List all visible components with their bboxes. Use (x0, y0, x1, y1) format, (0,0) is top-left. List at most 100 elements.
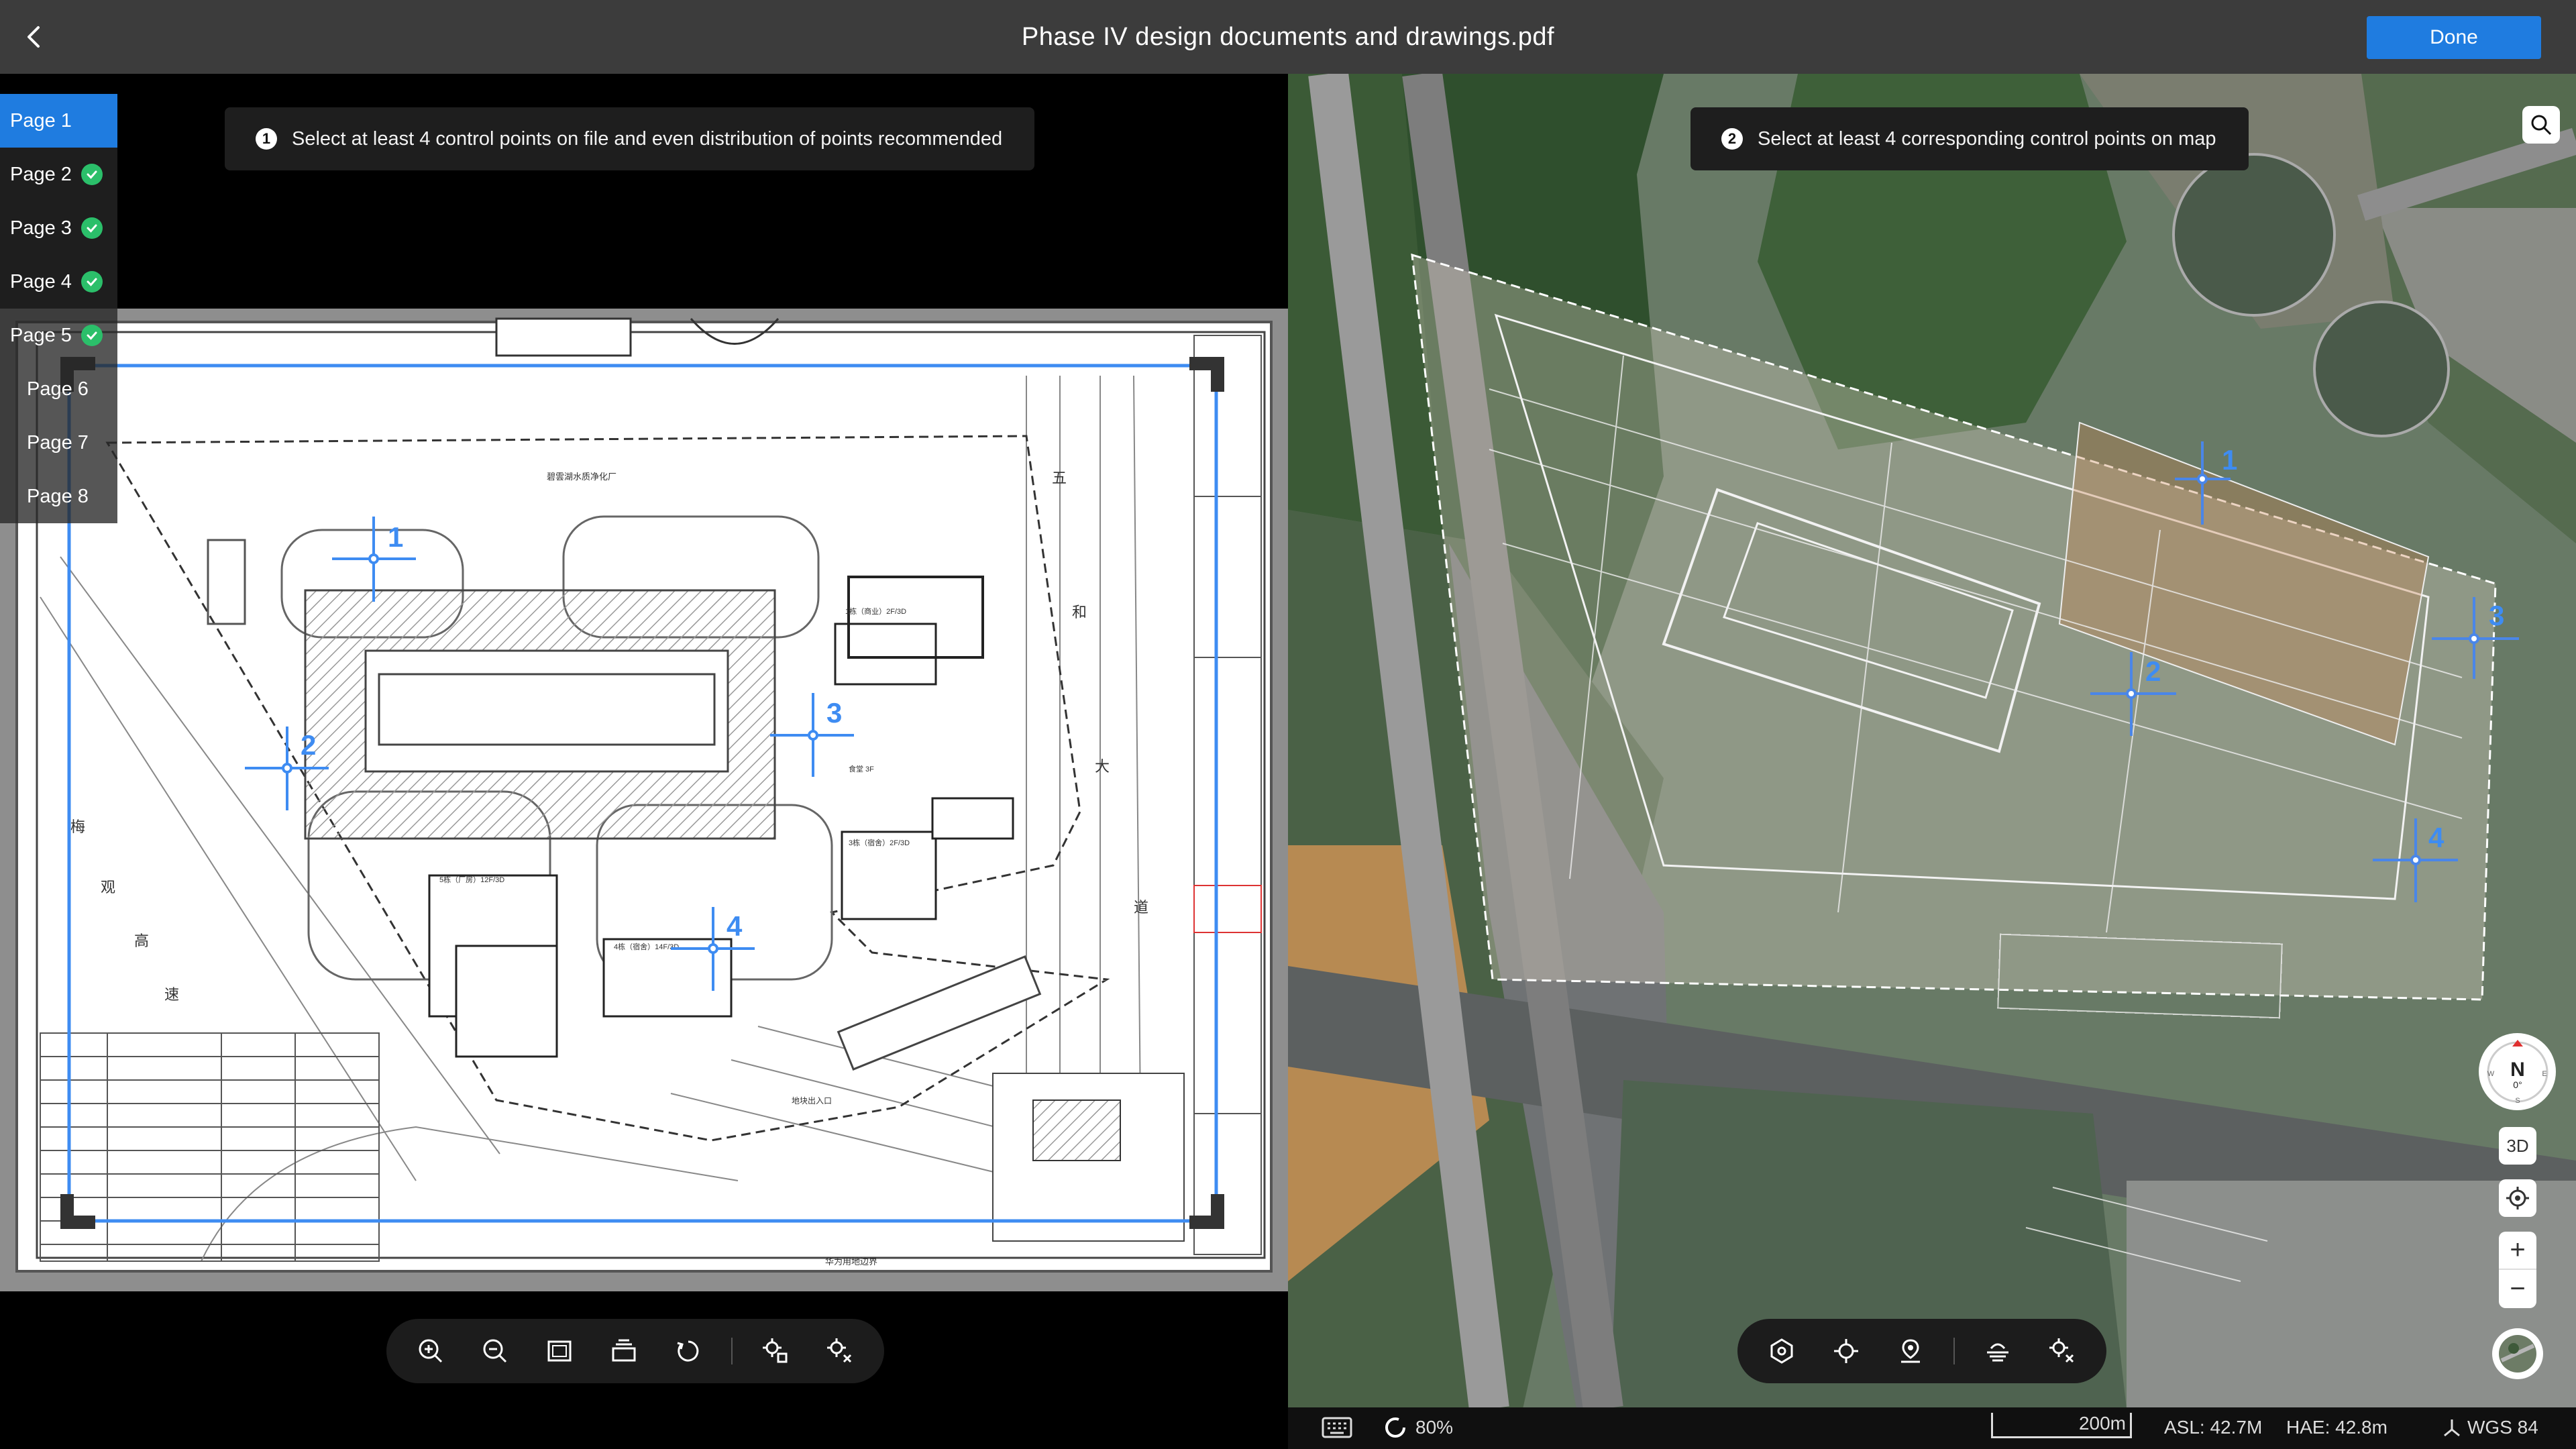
page-tab-8[interactable]: Page 8 (0, 470, 117, 523)
scale-bar: 200m (1991, 1413, 2132, 1438)
map-point-label-2: 2 (2145, 655, 2161, 687)
fit-page-icon (547, 1340, 572, 1362)
building-5-label: 5栋（厂房）12F/3D (439, 875, 504, 884)
satellite-map[interactable]: 1 2 3 4 (1288, 74, 2576, 1409)
map-toolbar (1737, 1319, 2106, 1383)
road-char-1: 五 (1052, 470, 1067, 486)
map-instruction-tip: 2 Select at least 4 corresponding contro… (1690, 107, 2249, 170)
compass-south: S (2515, 1097, 2520, 1105)
delete-point-icon (827, 1338, 852, 1363)
pin-icon (1901, 1339, 1920, 1363)
check-icon (80, 217, 103, 239)
page-tab-1[interactable]: Page 1 (0, 94, 117, 148)
road-char-4: 道 (1134, 899, 1148, 916)
delete-point-icon (2049, 1338, 2074, 1363)
chevron-left-icon (28, 26, 40, 48)
coordinate-system[interactable]: WGS 84 (2442, 1417, 2538, 1438)
drawing-label-top: 碧雲湖水质净化厂 (547, 472, 616, 482)
zoom-in-button[interactable] (398, 1319, 463, 1383)
scale-label: 200m (2078, 1413, 2126, 1434)
locate-button[interactable] (2499, 1179, 2536, 1217)
file-instruction-tip: 1 Select at least 4 control points on fi… (225, 107, 1035, 170)
select-point-button[interactable] (743, 1319, 808, 1383)
target-icon (1834, 1339, 1858, 1363)
map-zoom-out-button[interactable]: − (2499, 1270, 2536, 1308)
level-button[interactable] (1966, 1319, 2030, 1383)
file-panel: Page 1 Page 2 Page 3 Page 4 Page 5 Page 6 Page… (0, 74, 1288, 1449)
delete-map-point-button[interactable] (2030, 1319, 2094, 1383)
keyboard-button[interactable] (1322, 1417, 1352, 1443)
compass-degrees: 0° (2513, 1079, 2522, 1090)
page-tab-6[interactable]: Page 6 (0, 362, 117, 416)
map-zoom-in-button[interactable]: + (2499, 1232, 2536, 1270)
file-toolbar (386, 1319, 884, 1383)
layer-button[interactable] (592, 1319, 656, 1383)
file-instruction-text: Select at least 4 control points on file… (292, 127, 1003, 150)
select-point-icon (763, 1338, 788, 1363)
keyboard-icon (1322, 1417, 1352, 1438)
opacity-value: 80% (1415, 1417, 1454, 1438)
locate-icon (2506, 1187, 2529, 1210)
rotate-icon (677, 1340, 699, 1362)
page-tab-label: Page 5 (10, 324, 72, 346)
asl-readout: ASL: 42.7M (2164, 1417, 2263, 1438)
road-char-3: 大 (1095, 758, 1110, 775)
page-tab-label: Page 1 (10, 109, 72, 131)
canteen-label: 食堂 3F (849, 764, 874, 773)
status-bar: 80% 200m ASL: 42.7M HAE: 42.8m WGS 84 (1288, 1407, 2576, 1449)
boundary-label: 华为用地边界 (825, 1256, 877, 1267)
opacity-control[interactable]: 80% (1383, 1415, 1453, 1440)
document-title: Phase IV design documents and drawings.p… (1021, 22, 1555, 51)
polygon-button[interactable] (1750, 1319, 1814, 1383)
view-3d-button[interactable]: 3D (2499, 1127, 2536, 1165)
left-road-char-1: 梅 (70, 818, 85, 835)
step-number-badge: 1 (256, 128, 277, 150)
opacity-icon (1385, 1417, 1405, 1438)
map-search-button[interactable] (2522, 106, 2560, 144)
basemap-button[interactable] (2492, 1328, 2543, 1379)
page-tab-3[interactable]: Page 3 (0, 201, 117, 255)
pin-button[interactable] (1878, 1319, 1943, 1383)
check-icon (80, 325, 103, 346)
crs-icon (2444, 1419, 2460, 1437)
page-tab-label: Page 4 (10, 270, 72, 292)
road-char-2: 和 (1072, 604, 1087, 621)
basemap-thumbnail-icon (2499, 1335, 2536, 1373)
app-window: Phase IV design documents and drawings.p… (0, 0, 2576, 1449)
page-tab-label: Page 8 (27, 485, 89, 507)
fit-page-button[interactable] (527, 1319, 592, 1383)
zoom-in-icon (419, 1339, 443, 1363)
left-road-char-4: 速 (164, 986, 179, 1003)
map-point-label-4: 4 (2428, 822, 2445, 853)
hae-readout: HAE: 42.8m (2286, 1417, 2387, 1438)
file-point-label-1: 1 (388, 521, 403, 553)
drawing-canvas[interactable]: 碧雲湖水质净化厂 五 和 大 道 梅 观 高 速 5栋（厂房）12F/3D 1栋… (0, 309, 1288, 1291)
step-number-badge: 2 (1721, 128, 1743, 150)
building-4-label: 4栋（宿舍）14F/3D (614, 942, 679, 951)
back-button[interactable] (13, 15, 54, 59)
page-tab-label: Page 6 (27, 378, 89, 400)
compass-button[interactable]: N 0° E W S (2479, 1033, 2556, 1110)
done-button[interactable]: Done (2367, 16, 2541, 59)
file-point-label-2: 2 (301, 729, 316, 761)
target-button[interactable] (1814, 1319, 1878, 1383)
page-tab-4[interactable]: Page 4 (0, 255, 117, 309)
entrance-label: 地块出入口 (792, 1096, 832, 1106)
map-point-label-3: 3 (2489, 600, 2504, 631)
level-icon (1987, 1343, 2008, 1362)
page-tab-2[interactable]: Page 2 (0, 148, 117, 201)
page-tab-7[interactable]: Page 7 (0, 416, 117, 470)
building-1-label: 1栋（商业）2F/3D (845, 606, 906, 616)
file-point-label-4: 4 (727, 910, 743, 942)
compass-icon: N 0° E W S (2487, 1039, 2548, 1105)
compass-west: W (2487, 1070, 2494, 1078)
rotate-button[interactable] (656, 1319, 720, 1383)
top-bar: Phase IV design documents and drawings.p… (0, 0, 2576, 74)
page-tab-5[interactable]: Page 5 (0, 309, 117, 362)
map-point-label-1: 1 (2222, 444, 2237, 476)
page-tab-label: Page 2 (10, 163, 72, 185)
zoom-control: + − (2499, 1232, 2536, 1308)
zoom-out-button[interactable] (463, 1319, 527, 1383)
building-3-label: 3栋（宿舍）2F/3D (849, 838, 910, 847)
delete-point-button[interactable] (808, 1319, 872, 1383)
